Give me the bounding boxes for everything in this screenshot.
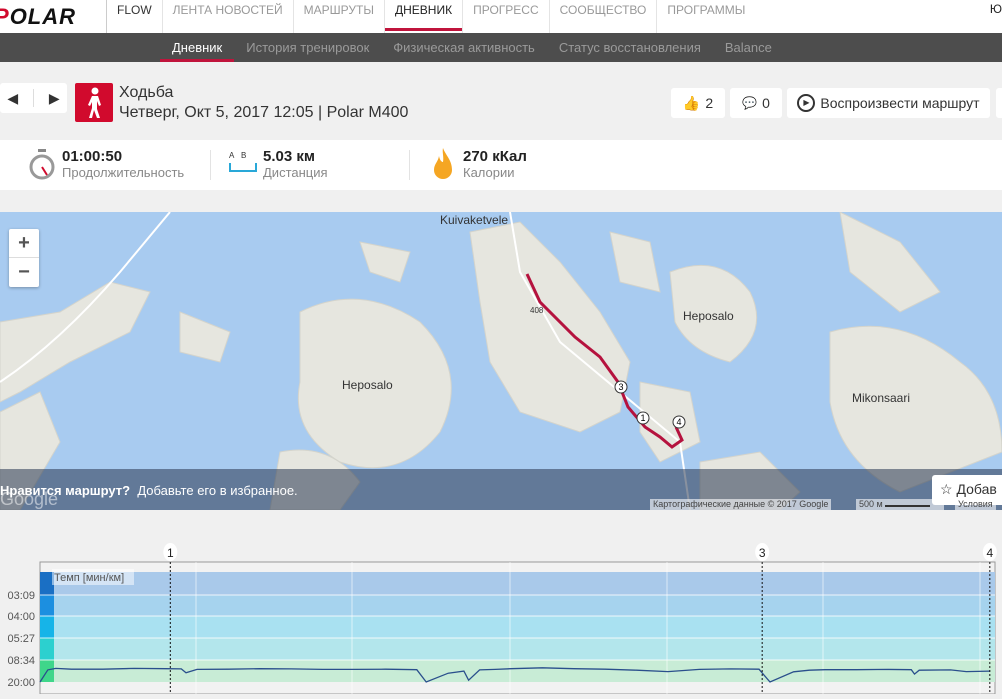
- subnav-item[interactable]: Физическая активность: [381, 33, 547, 62]
- pace-zone-band: [40, 638, 995, 660]
- pace-zone-band: [40, 595, 995, 616]
- next-arrow-icon[interactable]: ▶: [49, 90, 60, 107]
- divider: [409, 150, 410, 180]
- y-tick-label: 04:00: [7, 611, 35, 623]
- subnav-item[interactable]: Дневник: [160, 33, 235, 62]
- lap-label: 4: [986, 546, 993, 560]
- prev-arrow-icon[interactable]: ◀: [7, 90, 18, 107]
- top-navigation: POLAR FLOWЛЕНТА НОВОСТЕЙМАРШРУТЫДНЕВНИКП…: [0, 0, 1002, 33]
- map-label: Heposalo: [683, 309, 734, 323]
- map-label: Kuivaketvele: [440, 213, 508, 227]
- stats-bar: 01:00:50 Продолжительность A B 5.03 км Дис…: [0, 140, 1002, 190]
- lap-marker[interactable]: 3: [618, 382, 623, 392]
- subnav-item[interactable]: Balance: [713, 33, 784, 62]
- comment-icon: 💬: [742, 96, 758, 110]
- divider: [210, 150, 211, 180]
- pace-zone-indicator: [40, 572, 54, 595]
- comment-count: 0: [762, 95, 770, 111]
- replay-route-button[interactable]: ▶ Воспроизвести маршрут: [787, 88, 990, 118]
- road-number: 408: [530, 306, 544, 315]
- distance-value: 5.03 км: [263, 148, 315, 165]
- walking-person-icon: [75, 83, 113, 122]
- pace-zone-indicator: [40, 595, 54, 616]
- promo-text: Нравится маршрут? Добавьте его в избранн…: [0, 483, 298, 498]
- pace-zone-indicator: [40, 616, 54, 638]
- star-icon: ☆: [940, 481, 953, 497]
- calories-label: Калории: [463, 165, 515, 180]
- nav-item[interactable]: FLOW: [106, 0, 162, 33]
- comment-button[interactable]: 💬 0: [730, 88, 782, 118]
- flame-icon: [434, 148, 452, 179]
- more-button[interactable]: [996, 88, 1002, 118]
- calories-value: 270 кКал: [463, 148, 527, 165]
- nav-item[interactable]: ЛЕНТА НОВОСТЕЙ: [161, 0, 293, 33]
- zoom-in-button[interactable]: +: [9, 229, 39, 258]
- like-count: 2: [705, 95, 714, 111]
- map-zoom-control: + −: [9, 229, 39, 287]
- play-circle-icon: ▶: [797, 94, 816, 112]
- replay-label: Воспроизвести маршрут: [820, 95, 980, 111]
- like-button[interactable]: 👍 2: [671, 88, 725, 118]
- nav-item[interactable]: МАРШРУТЫ: [292, 0, 384, 33]
- series-label: Темп [мин/км]: [54, 572, 124, 584]
- sub-navigation: Дневник История тренировок Физическая акти…: [0, 33, 1002, 62]
- distance-label: Дистанция: [263, 165, 328, 180]
- zoom-out-button[interactable]: −: [9, 258, 39, 287]
- nav-item[interactable]: СООБЩЕСТВО: [548, 0, 657, 33]
- nav-item[interactable]: ПРОГРАММЫ: [656, 0, 755, 33]
- sport-title: Ходьба: [119, 84, 174, 101]
- lap-marker[interactable]: 4: [676, 417, 681, 427]
- map-attribution[interactable]: Картографические данные © 2017 Google: [650, 499, 832, 510]
- divider: [33, 89, 34, 107]
- map-label: Mikonsaari: [852, 391, 910, 405]
- duration-value: 01:00:50: [62, 148, 123, 165]
- pace-chart[interactable]: 03:09 04:00 05:27 08:34 20:00 Темп [мин/км] 1 3…: [0, 530, 1002, 695]
- user-menu[interactable]: Ю: [990, 2, 1002, 16]
- thumbs-up-icon: 👍: [682, 94, 701, 111]
- pace-zone-band: [40, 616, 995, 638]
- pace-zone-indicator: [40, 638, 54, 660]
- lap-label: 1: [167, 546, 174, 560]
- duration-label: Продолжительность: [62, 165, 185, 180]
- map-label: Heposalo: [342, 378, 393, 392]
- y-tick-label: 08:34: [7, 655, 35, 667]
- ruler-icon: A B: [229, 151, 259, 172]
- map-terms[interactable]: Условия: [955, 499, 996, 510]
- session-nav: ◀ ▶: [0, 83, 67, 113]
- subnav-item[interactable]: История тренировок: [234, 33, 381, 62]
- y-tick-label: 05:27: [7, 633, 35, 645]
- nav-item[interactable]: ПРОГРЕСС: [462, 0, 549, 33]
- route-map[interactable]: Kuivaketvele Heposalo Heposalo Mikonsaar…: [0, 212, 1002, 510]
- map-scale: 500 м: [856, 499, 944, 510]
- y-tick-label: 20:00: [7, 677, 35, 689]
- polar-logo[interactable]: POLAR: [0, 4, 106, 30]
- y-tick-label: 03:09: [7, 590, 35, 602]
- pace-zone-band: [40, 572, 995, 595]
- lap-label: 3: [759, 546, 766, 560]
- subnav-item[interactable]: Статус восстановления: [547, 33, 713, 62]
- stopwatch-icon: [29, 149, 55, 180]
- nav-item[interactable]: ДНЕВНИК: [383, 0, 463, 33]
- lap-marker[interactable]: 1: [640, 413, 645, 423]
- session-datetime: Четверг, Окт 5, 2017 12:05 | Polar M400: [119, 104, 409, 121]
